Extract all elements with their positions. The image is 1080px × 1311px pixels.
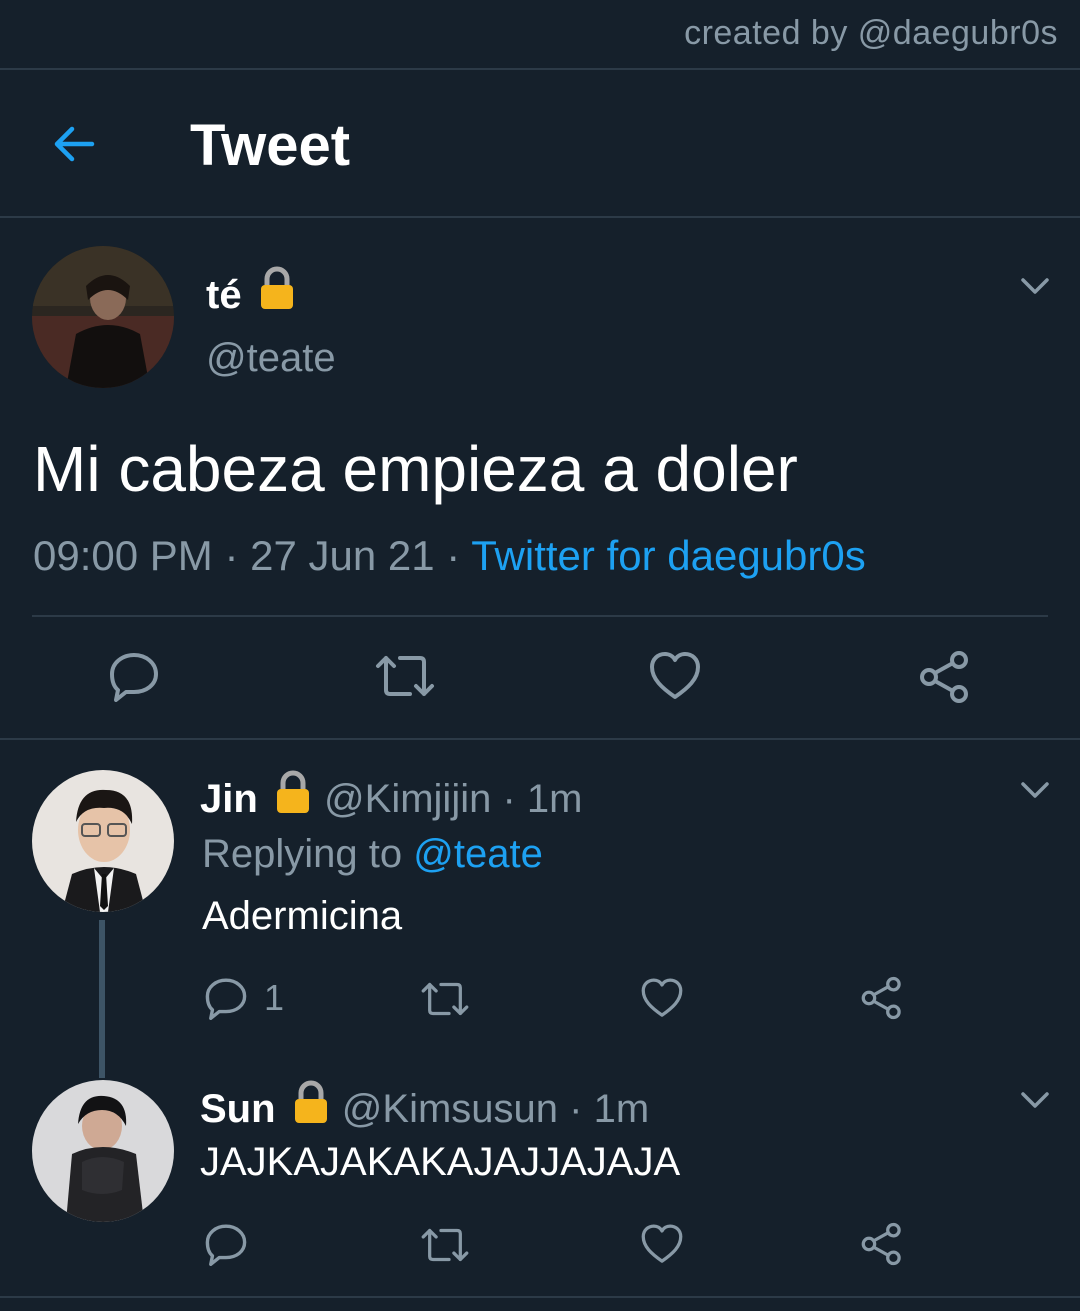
reply-author-name[interactable]: Sun — [200, 1087, 276, 1131]
thread-connector-line — [99, 920, 105, 1078]
tweet-meta: 09:00 PM · 27 Jun 21 · Twitter for daegu… — [33, 532, 866, 580]
header-divider — [0, 216, 1080, 218]
reply-text: JAJKAJAKAKAJAJJAJAJA — [200, 1140, 681, 1184]
tweet-date: 27 Jun 21 — [250, 532, 435, 579]
like-icon — [641, 978, 683, 1017]
bottom-divider — [0, 1296, 1080, 1298]
avatar-sun[interactable] — [32, 1080, 174, 1222]
reply-icon — [205, 1224, 247, 1266]
share-button[interactable] — [918, 650, 972, 704]
reply-button[interactable] — [108, 650, 160, 702]
page-title: Tweet — [190, 113, 351, 178]
meta-divider — [32, 615, 1048, 617]
like-button[interactable] — [640, 976, 684, 1020]
tweet-source-link[interactable]: Twitter for daegubr0s — [471, 532, 866, 579]
chevron-down-icon[interactable] — [1020, 276, 1050, 296]
reply-author-handle[interactable]: @Kimjijin — [324, 777, 491, 821]
reply-text: Adermicina — [202, 894, 403, 938]
retweet-icon — [376, 656, 434, 696]
like-icon — [650, 652, 700, 699]
reply-count: 1 — [264, 977, 285, 1018]
retweet-icon — [421, 982, 469, 1016]
replying-to-line: Replying to @teate — [202, 832, 543, 877]
back-arrow-icon[interactable] — [50, 120, 98, 168]
thread-divider — [0, 738, 1080, 740]
reply-icon — [205, 978, 247, 1020]
tweet-text: Mi cabeza empieza a doler — [33, 433, 798, 505]
meta-separator: · — [224, 532, 239, 579]
retweet-button[interactable] — [374, 650, 436, 702]
tweet-time: 09:00 PM — [33, 532, 213, 579]
avatar-jin[interactable] — [32, 770, 174, 912]
share-icon — [861, 1222, 901, 1266]
meta-separator: · — [446, 532, 461, 579]
replying-to-handle[interactable]: @teate — [413, 832, 543, 876]
like-button[interactable] — [648, 650, 702, 702]
retweet-button[interactable] — [420, 1224, 470, 1266]
share-icon — [861, 976, 901, 1020]
replying-to-prefix: Replying to — [202, 832, 403, 876]
author-name[interactable]: té — [206, 273, 242, 317]
retweet-icon — [421, 1228, 469, 1262]
credit-text: created by @daegubr0s — [684, 14, 1058, 52]
reply-button[interactable] — [204, 1222, 248, 1266]
share-button[interactable] — [860, 1222, 904, 1266]
lock-icon — [260, 266, 293, 309]
chevron-down-icon[interactable] — [1020, 780, 1050, 800]
like-icon — [641, 1224, 683, 1263]
reply-author-handle[interactable]: @Kimsusun — [342, 1087, 558, 1131]
share-icon — [920, 651, 968, 703]
avatar-te[interactable] — [32, 246, 174, 388]
lock-icon — [276, 770, 309, 813]
retweet-button[interactable] — [420, 978, 470, 1020]
lock-icon — [294, 1080, 327, 1123]
reply-age: · 1m — [502, 777, 583, 821]
chevron-down-icon[interactable] — [1020, 1090, 1050, 1110]
reply-author-name[interactable]: Jin — [200, 777, 258, 821]
reply-button[interactable]: 1 — [204, 976, 284, 1020]
reply-icon — [110, 653, 158, 702]
top-divider — [0, 68, 1080, 70]
reply-age: · 1m — [569, 1087, 650, 1131]
like-button[interactable] — [640, 1222, 684, 1266]
share-button[interactable] — [860, 976, 904, 1020]
author-handle[interactable]: @teate — [206, 336, 336, 381]
